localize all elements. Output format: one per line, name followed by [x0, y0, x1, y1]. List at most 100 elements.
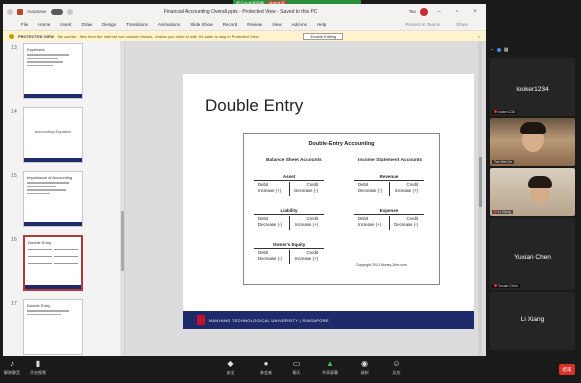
protected-view-bar: PROTECTED VIEW Be careful - files from t… [3, 31, 486, 41]
slide-thumbnail[interactable]: Double Entry [23, 299, 83, 355]
thumbnail-title: Accounting Equation [34, 129, 72, 134]
thumbnail-scrollbar[interactable] [120, 41, 124, 356]
thumbnail-row[interactable]: 15 Importance of Accounting [5, 171, 123, 227]
participant-tag: Tan Wei Jie [492, 160, 515, 164]
reactions-label: 反应 [392, 370, 401, 375]
participants-button[interactable]: ● 参会者 [260, 359, 272, 376]
slide-canvas: Double Entry Double-Entry Accounting Bal… [125, 41, 486, 356]
debit-label: Debit [358, 182, 369, 187]
expense-account: Expense Debit Credit Increase (+) Decrease… [354, 208, 424, 230]
tab-file[interactable]: File [21, 22, 28, 27]
tab-insert[interactable]: Insert [60, 22, 71, 27]
slide-thumbnail[interactable]: Accounting Equation [23, 107, 83, 163]
record-icon: ◉ [361, 359, 368, 368]
close-icon[interactable]: × [478, 34, 480, 39]
present-in-teams-button[interactable]: Present in Teams [405, 22, 440, 27]
unmute-button[interactable]: ♪ 解除静音 [4, 359, 20, 376]
slide-thumbnail[interactable]: Importance of Accounting [23, 171, 83, 227]
minimize-icon[interactable]: – [432, 9, 446, 15]
double-entry-diagram: Double-Entry Accounting Balance Sheet Ac… [243, 133, 440, 285]
enable-editing-button[interactable]: Enable Editing [303, 32, 344, 40]
thumbnail-row[interactable]: 17 Double Entry [5, 299, 123, 355]
slide-thumbnail-selected[interactable]: Double Entry [23, 235, 83, 291]
account-name: Liability [254, 208, 324, 215]
thumbnail-title: Importance of Accounting [27, 175, 73, 180]
participant-tile[interactable]: looker1234 looker1234 [490, 58, 575, 116]
screen: 您正在共享屏幕 结束共享 AutoSave Financial Accounti… [0, 0, 581, 383]
thumbnail-row[interactable]: 14 Accounting Equation [5, 107, 123, 163]
participants-label: 参会者 [260, 370, 272, 375]
tab-slide-show[interactable]: Slide Show [190, 22, 213, 27]
autosave-label: AutoSave [27, 9, 47, 14]
participant-video-tile[interactable]: Li Xiang [490, 168, 575, 216]
tab-animations[interactable]: Animations [158, 22, 180, 27]
maximize-icon[interactable]: ▫ [450, 9, 464, 15]
record-button[interactable]: ◉ 录制 [360, 359, 369, 376]
start-video-button[interactable]: ▮ 开启视频 [30, 359, 46, 376]
debit-effect: Increase (+) [358, 222, 382, 227]
participant-tag: looker1234 [492, 110, 518, 114]
credit-label: Credit [306, 216, 318, 221]
participant-tag: Li Xiang [492, 210, 513, 214]
user-name: Tan [408, 9, 416, 14]
window-dot-icon[interactable] [7, 8, 13, 15]
thumbnail-row[interactable]: 13 Expenses [5, 43, 123, 99]
credit-label: Credit [406, 216, 418, 221]
reactions-button[interactable]: ☺ 反应 [392, 359, 401, 376]
panel-header: – ▦ [487, 44, 578, 56]
share-screen-label: 共享屏幕 [322, 370, 338, 375]
chat-button[interactable]: ▭ 聊天 [292, 359, 301, 376]
tab-record[interactable]: Record [223, 22, 238, 27]
debit-effect: Decrease (-) [358, 188, 382, 193]
powerpoint-logo-icon [17, 8, 23, 15]
zoom-toolbar: ♪ 解除静音 ▮ 开启视频 ◆ 安全 ● 参会者 ▭ 聊天 ▲ 共享屏幕 ◉ 录… [0, 356, 581, 383]
account-name: Revenue [354, 174, 424, 181]
tab-draw[interactable]: Draw [82, 22, 93, 27]
credit-effect: Increase (+) [394, 188, 418, 193]
slide-number: 14 [11, 109, 17, 115]
ribbon-tabs: File Home Insert Draw Design Transitions… [3, 19, 486, 31]
tab-add-ins[interactable]: Add-ins [292, 22, 307, 27]
user-avatar[interactable] [420, 7, 428, 16]
participant-video-tile[interactable]: Tan Wei Jie [490, 118, 575, 166]
account-name: Owner's Equity [254, 242, 324, 249]
credit-effect: Decrease (-) [294, 188, 318, 193]
protected-view-message: Be careful - files from the Internet can… [58, 33, 260, 39]
minimize-icon[interactable]: – [491, 47, 494, 53]
slide-thumbnail[interactable]: Expenses [23, 43, 83, 99]
participant-tile[interactable]: Yuxian Chen Yuxian Chen [490, 218, 575, 290]
debit-label: Debit [258, 250, 269, 255]
share-screen-button[interactable]: ▲ 共享屏幕 [322, 359, 338, 376]
credit-effect: Increase (+) [294, 222, 318, 227]
tab-help[interactable]: Help [317, 22, 326, 27]
mic-muted-icon [494, 210, 497, 213]
diagram-copyright: Copyright 2013 Money-Zine.com [356, 263, 407, 267]
tab-transitions[interactable]: Transitions [126, 22, 148, 27]
save-icon[interactable] [66, 8, 73, 15]
debit-label: Debit [258, 182, 269, 187]
view-icon[interactable] [496, 48, 501, 52]
end-meeting-button[interactable]: 结束 [559, 364, 575, 375]
debit-label: Debit [258, 216, 269, 221]
thumbnail-row[interactable]: 16 Double Entry [5, 235, 123, 291]
credit-label: Credit [306, 250, 318, 255]
tab-review[interactable]: Review [247, 22, 262, 27]
thumbnail-title: Expenses [27, 47, 45, 52]
microphone-icon: ♪ [10, 359, 14, 368]
tab-design[interactable]: Design [102, 22, 116, 27]
slide-number: 15 [11, 173, 17, 179]
tab-view[interactable]: View [272, 22, 282, 27]
tab-home[interactable]: Home [38, 22, 50, 27]
chat-label: 聊天 [292, 370, 301, 375]
revenue-account: Revenue Debit Credit Decrease (-) Increase… [354, 174, 424, 196]
close-icon[interactable]: × [468, 9, 482, 15]
account-name: Asset [254, 174, 324, 181]
income-statement-heading: Income Statement Accounts [358, 158, 423, 163]
security-button[interactable]: ◆ 安全 [226, 359, 235, 376]
slide-scrollbar[interactable] [478, 41, 482, 356]
autosave-toggle[interactable] [50, 8, 63, 15]
participant-tile[interactable]: Li Xiang [490, 292, 575, 350]
share-button[interactable]: Share [456, 22, 468, 27]
unmute-label: 解除静音 [4, 370, 20, 375]
grid-icon[interactable]: ▦ [504, 47, 509, 53]
